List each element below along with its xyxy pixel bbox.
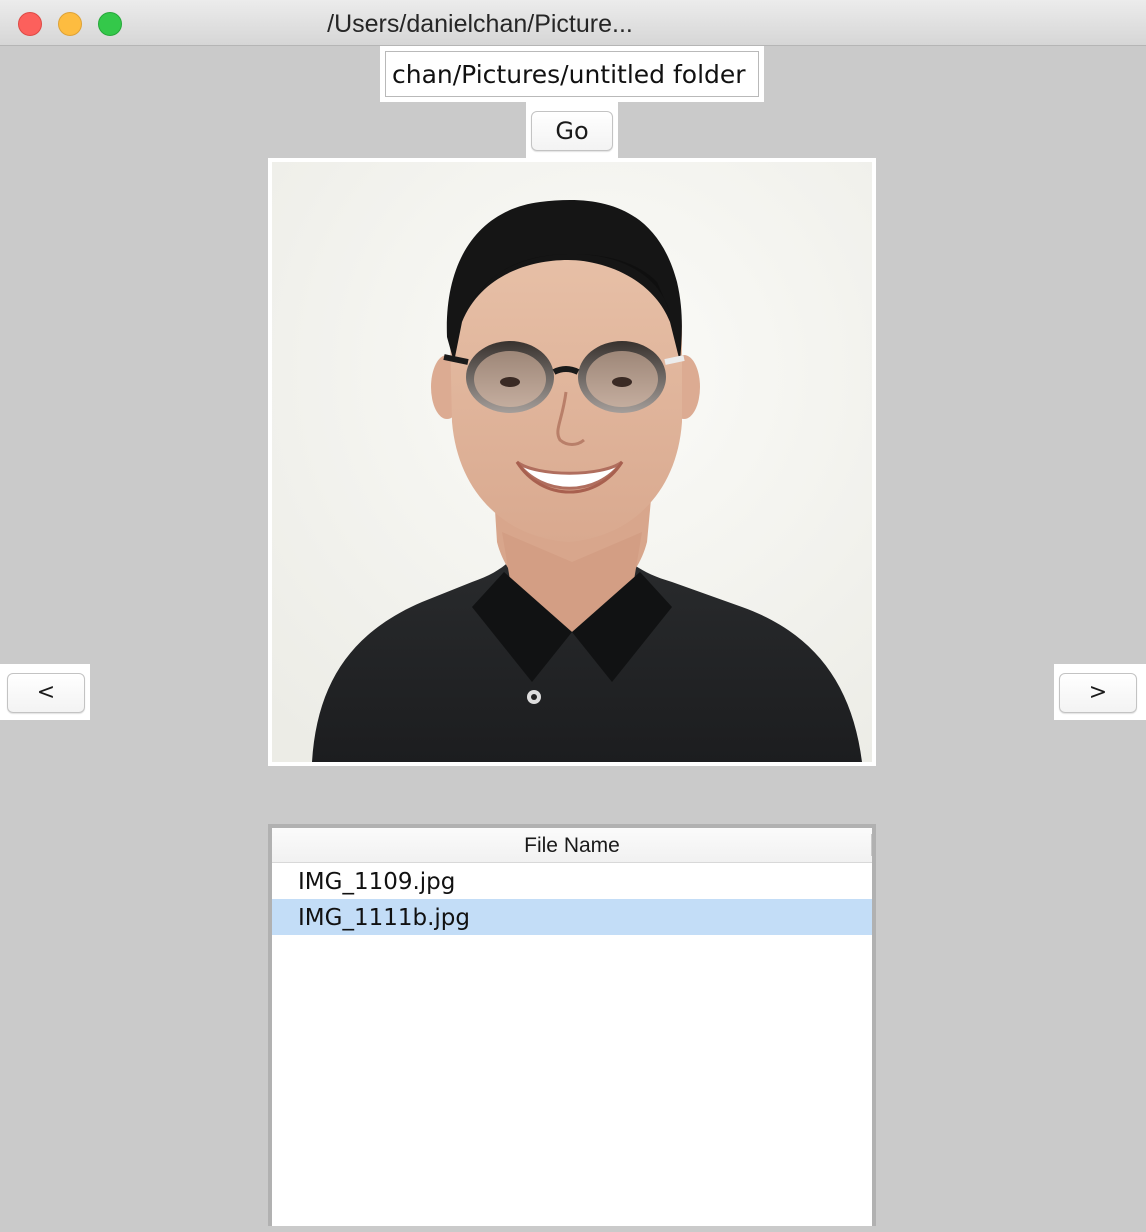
path-field-container: [380, 46, 764, 102]
column-header-file-name[interactable]: File Name: [272, 828, 872, 863]
table-row[interactable]: IMG_1109.jpg: [272, 863, 872, 899]
table-row[interactable]: IMG_1111b.jpg: [272, 899, 872, 935]
portrait-photo: [272, 162, 872, 762]
image-viewer-window: /Users/danielchan/Picture... Go: [0, 0, 1146, 1232]
go-button-container: Go: [526, 102, 618, 158]
previous-button-container: <: [0, 664, 90, 720]
image-preview-frame: [268, 158, 876, 766]
next-image-button[interactable]: >: [1059, 673, 1137, 713]
go-button[interactable]: Go: [531, 111, 613, 151]
file-list-table[interactable]: File Name IMG_1109.jpg IMG_1111b.jpg: [268, 824, 876, 1226]
folder-path-input[interactable]: [385, 51, 759, 97]
previous-image-button[interactable]: <: [7, 673, 85, 713]
window-title: /Users/danielchan/Picture...: [327, 10, 633, 38]
next-button-container: >: [1054, 664, 1146, 720]
title-bar[interactable]: /Users/danielchan/Picture...: [0, 0, 1146, 46]
